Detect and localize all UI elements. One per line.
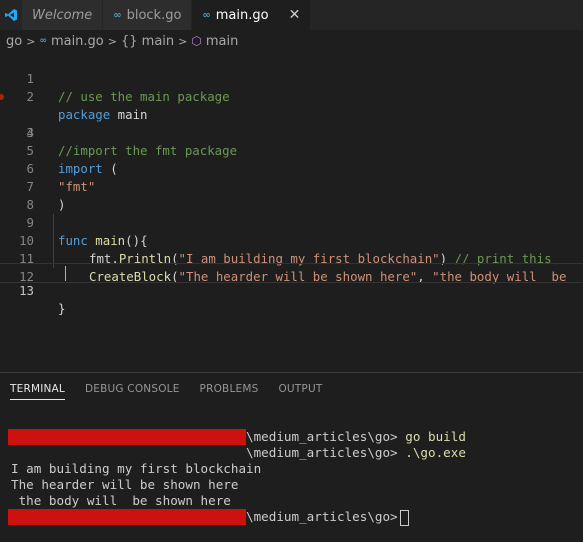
code-line: 4 //import the fmt package — [0, 106, 583, 158]
terminal-prompt: \medium_articles\go> — [246, 509, 398, 524]
panel-tab-bar: TERMINAL DEBUG CONSOLE PROBLEMS OUTPUT — [0, 373, 583, 405]
go-file-icon: ∞ — [39, 36, 47, 46]
redaction-block — [8, 429, 246, 445]
cube-symbol-icon: ⬡ — [191, 34, 202, 48]
terminal-line: I am building my first blockchain — [11, 461, 262, 476]
tab-problems[interactable]: PROBLEMS — [200, 379, 259, 399]
tab-welcome-label: Welcome — [32, 7, 93, 23]
terminal-line: \medium_articles\go> — [246, 509, 409, 526]
vscode-logo-icon — [0, 0, 22, 30]
code-line: 8 — [0, 178, 583, 212]
terminal-prompt: \medium_articles\go> — [246, 445, 398, 460]
code-line: 3 — [0, 88, 583, 140]
tab-main-go[interactable]: ∞ main.go ✕ — [192, 0, 312, 30]
go-file-icon: ∞ — [113, 9, 121, 21]
terminal-command: .\go.exe — [397, 445, 466, 460]
redaction-block — [8, 509, 246, 525]
code-line: 6 "fmt" — [0, 142, 583, 194]
code-line: 10 fmt.Println("I am building my first b… — [0, 214, 583, 266]
terminal-prompt: \medium_articles\go> — [246, 429, 398, 444]
tab-main-go-label: main.go — [215, 7, 269, 23]
code-line: 5 import ( — [0, 124, 583, 176]
terminal-line: the body will be shown here — [11, 493, 231, 508]
terminal-line: The hearder will be shown here — [11, 477, 239, 492]
tab-block-go-label: block.go — [126, 7, 182, 23]
code-line: 9 func main(){ — [0, 196, 583, 248]
code-line: 11 CreateBlock("The hearder will be show… — [0, 232, 583, 284]
breadcrumb-symbol[interactable]: main — [206, 34, 238, 49]
chevron-right-icon: > — [178, 34, 188, 48]
editor-tab-bar: Welcome ∞ block.go ∞ main.go ✕ — [0, 0, 583, 30]
code-line: 7 ) — [0, 160, 583, 212]
text-cursor — [65, 266, 66, 281]
bottom-panel: TERMINAL DEBUG CONSOLE PROBLEMS OUTPUT \… — [0, 372, 583, 542]
terminal-line: \medium_articles\go> .\go.exe — [246, 445, 466, 461]
go-file-icon: ∞ — [202, 9, 210, 21]
tab-output[interactable]: OUTPUT — [278, 379, 322, 399]
line-number: 13 — [19, 283, 34, 298]
code-line: 1 // use the main package — [0, 52, 583, 104]
chevron-right-icon: > — [107, 34, 117, 48]
chevron-right-icon: > — [26, 34, 36, 48]
code-line-current: 13 } — [0, 263, 583, 316]
terminal-cursor — [399, 509, 409, 526]
breadcrumb-file[interactable]: main.go — [51, 34, 104, 49]
code-editor[interactable]: 1 // use the main package 2 package main… — [0, 52, 583, 316]
breadcrumb-folder[interactable]: go — [6, 34, 22, 49]
code-line: 2 package main — [0, 70, 583, 122]
breakpoint-icon[interactable] — [0, 94, 4, 100]
tab-debug-console[interactable]: DEBUG CONSOLE — [85, 379, 180, 399]
tab-terminal[interactable]: TERMINAL — [10, 379, 65, 400]
terminal-line: \medium_articles\go> go build — [246, 429, 466, 445]
tab-welcome[interactable]: Welcome — [22, 0, 104, 30]
tab-block-go[interactable]: ∞ block.go — [103, 0, 193, 30]
code-text: } — [58, 301, 66, 316]
breadcrumb-scope[interactable]: {} main — [121, 34, 174, 49]
breadcrumb: go > ∞ main.go > {} main > ⬡ main — [0, 30, 583, 52]
close-icon[interactable]: ✕ — [289, 7, 301, 23]
terminal-command: go build — [397, 429, 466, 444]
